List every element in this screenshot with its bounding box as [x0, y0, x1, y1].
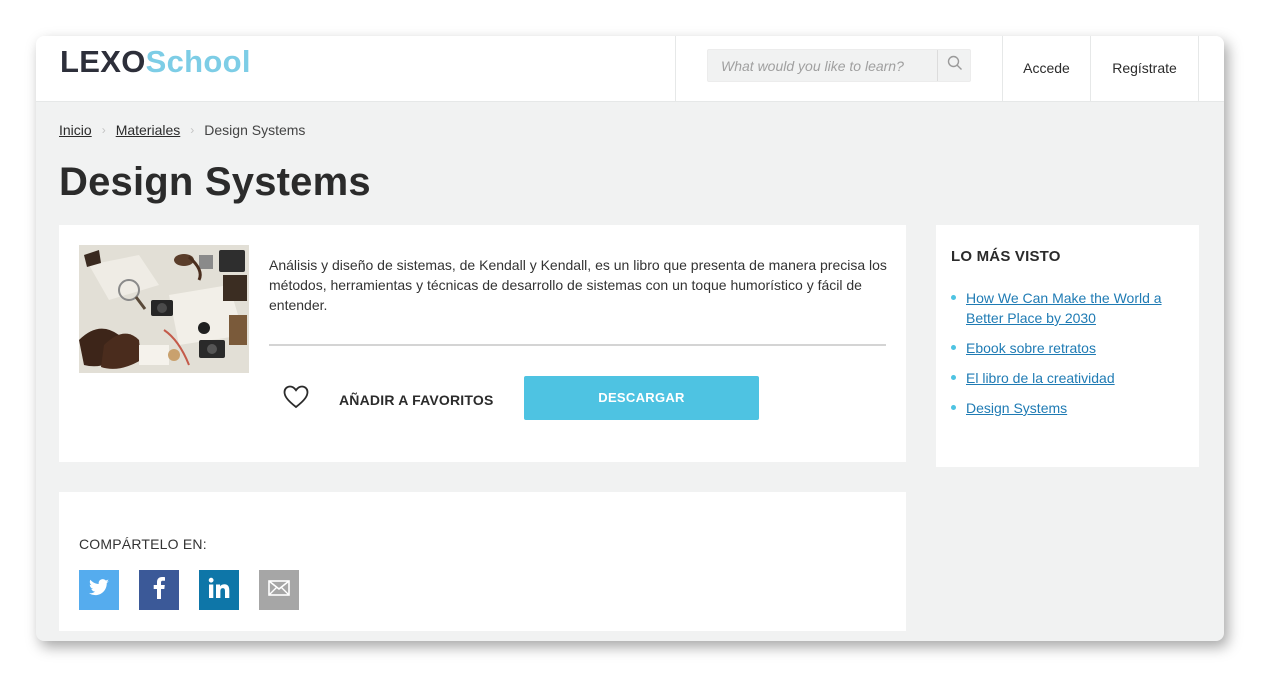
most-viewed-link[interactable]: Design Systems	[966, 400, 1067, 416]
chevron-right-icon: ›	[101, 123, 106, 137]
register-link[interactable]: Regístrate	[1091, 36, 1198, 102]
logo-text-lexo: LEXO	[60, 44, 146, 79]
page-title: Design Systems	[59, 160, 371, 204]
search-icon	[947, 55, 963, 76]
email-share-button[interactable]	[259, 570, 299, 610]
search-button[interactable]	[937, 50, 971, 81]
breadcrumb-home-link[interactable]: Inicio	[59, 122, 92, 138]
list-item: Design Systems	[951, 398, 1181, 418]
most-viewed-link[interactable]: El libro de la creatividad	[966, 370, 1115, 386]
most-viewed-link[interactable]: How We Can Make the World a Better Place…	[966, 290, 1162, 326]
header-divider	[675, 36, 676, 102]
linkedin-share-button[interactable]	[199, 570, 239, 610]
list-item: Ebook sobre retratos	[951, 338, 1181, 358]
browser-window: LEXOSchool Accede Regístrate Inicio › Ma…	[36, 36, 1224, 641]
chevron-right-icon: ›	[190, 123, 195, 137]
search-input[interactable]	[708, 50, 937, 81]
twitter-icon	[88, 578, 110, 602]
breadcrumb: Inicio › Materiales › Design Systems	[59, 122, 305, 138]
material-card: Análisis y diseño de sistemas, de Kendal…	[59, 225, 906, 462]
most-viewed-list: How We Can Make the World a Better Place…	[951, 288, 1181, 428]
download-button[interactable]: DESCARGAR	[524, 376, 759, 420]
breadcrumb-current: Design Systems	[204, 122, 306, 138]
favorites-label: AÑADIR A FAVORITOS	[339, 391, 494, 408]
header-divider	[1198, 36, 1199, 102]
sidebar-title: LO MÁS VISTO	[951, 248, 1061, 265]
most-viewed-link[interactable]: Ebook sobre retratos	[966, 340, 1096, 356]
heart-icon	[283, 385, 309, 414]
material-thumbnail	[79, 245, 249, 373]
divider	[269, 344, 886, 346]
facebook-icon	[153, 576, 165, 604]
linkedin-icon	[208, 577, 230, 604]
share-card: COMPÁRTELO EN:	[59, 492, 906, 631]
material-description: Análisis y diseño de sistemas, de Kendal…	[269, 257, 887, 313]
twitter-share-button[interactable]	[79, 570, 119, 610]
share-label: COMPÁRTELO EN:	[79, 536, 207, 552]
mail-icon	[268, 579, 290, 601]
search-box	[707, 49, 971, 82]
site-header: LEXOSchool Accede Regístrate	[36, 36, 1224, 102]
facebook-share-button[interactable]	[139, 570, 179, 610]
most-viewed-sidebar: LO MÁS VISTO How We Can Make the World a…	[936, 225, 1199, 467]
list-item: El libro de la creatividad	[951, 368, 1181, 388]
site-logo[interactable]: LEXOSchool	[60, 44, 251, 80]
add-to-favorites-button[interactable]: AÑADIR A FAVORITOS	[283, 385, 494, 414]
logo-text-school: School	[145, 44, 251, 79]
list-item: How We Can Make the World a Better Place…	[951, 288, 1181, 328]
breadcrumb-section-link[interactable]: Materiales	[116, 122, 181, 138]
login-link[interactable]: Accede	[1003, 36, 1090, 102]
